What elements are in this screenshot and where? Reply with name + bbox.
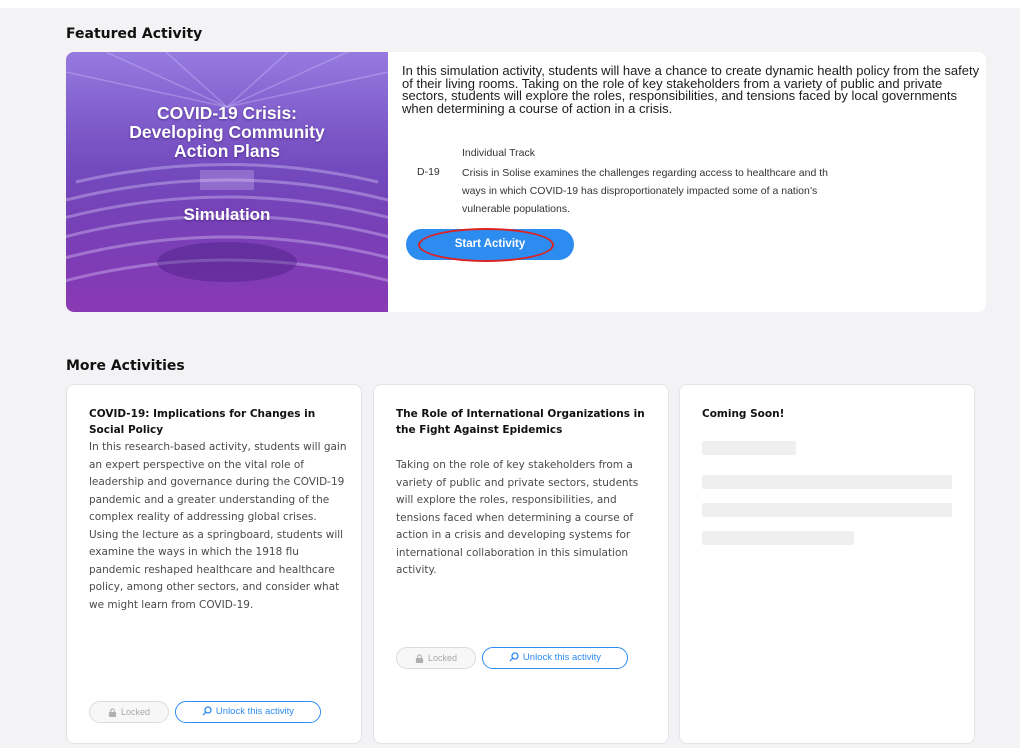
- lock-icon: [415, 654, 424, 664]
- featured-activity-image: COVID-19 Crisis: Developing Community Ac…: [66, 52, 388, 312]
- locked-badge: Locked: [89, 701, 169, 723]
- featured-activity-card: COVID-19 Crisis: Developing Community Ac…: [66, 52, 986, 312]
- track-code: D-19: [417, 166, 440, 178]
- locked-label: Locked: [120, 707, 151, 717]
- activity-card-description: In this research-based activity, student…: [89, 441, 347, 611]
- featured-section-title: Featured Activity: [66, 26, 203, 42]
- lock-icon: [108, 708, 117, 718]
- coming-soon-title: Coming Soon!: [702, 408, 785, 420]
- top-bar: [0, 0, 1020, 8]
- parliament-hall-illustration: [66, 52, 388, 312]
- featured-image-title: COVID-19 Crisis: Developing Community Ac…: [129, 103, 325, 161]
- unlock-label: Unlock this activity: [215, 706, 295, 717]
- search-icon: [202, 706, 212, 716]
- track-description: Crisis in Solise examines the challenges…: [462, 167, 828, 215]
- activity-card[interactable]: The Role of International Organizations …: [373, 384, 669, 744]
- unlock-activity-button[interactable]: Unlock this activity: [175, 701, 321, 723]
- activity-card-description: Taking on the role of key stakeholders f…: [396, 459, 639, 576]
- start-activity-button[interactable]: Start Activity: [406, 229, 574, 260]
- skeleton-line: [702, 531, 854, 545]
- locked-label: Locked: [427, 653, 458, 663]
- activity-card-title: COVID-19: Implications for Changes in So…: [89, 408, 316, 436]
- more-activities-section-title: More Activities: [66, 358, 185, 374]
- featured-image-subtitle: Simulation: [183, 205, 271, 224]
- unlock-label: Unlock this activity: [522, 652, 602, 663]
- locked-badge: Locked: [396, 647, 476, 669]
- skeleton-line: [702, 503, 952, 517]
- featured-description: In this simulation activity, students wi…: [402, 63, 980, 116]
- skeleton-line: [702, 441, 796, 455]
- unlock-activity-button[interactable]: Unlock this activity: [482, 647, 628, 669]
- search-icon: [509, 652, 519, 662]
- track-label: Individual Track: [462, 147, 535, 159]
- activity-card-title: The Role of International Organizations …: [396, 408, 645, 436]
- coming-soon-card: Coming Soon!: [679, 384, 975, 744]
- skeleton-line: [702, 475, 952, 489]
- activity-card[interactable]: COVID-19: Implications for Changes in So…: [66, 384, 362, 744]
